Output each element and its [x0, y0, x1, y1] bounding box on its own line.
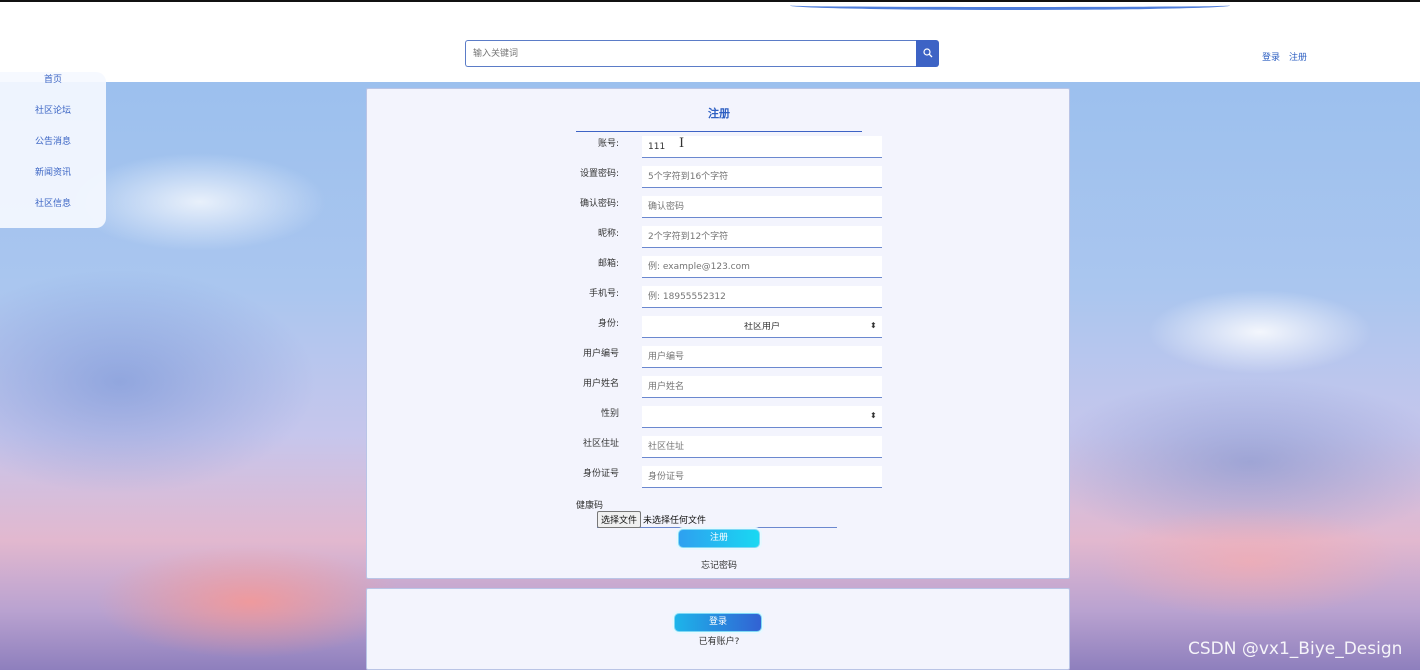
- form-row-email: 邮箱:: [367, 256, 1071, 278]
- sidebar-item-news[interactable]: 新闻资讯: [0, 165, 106, 196]
- id-number-field[interactable]: [642, 466, 882, 488]
- text-cursor-icon: I: [679, 136, 685, 151]
- choose-file-button[interactable]: 选择文件: [597, 511, 642, 528]
- form-row-phone: 手机号:: [367, 286, 1071, 308]
- search-icon: [922, 46, 933, 61]
- login-button[interactable]: 登录: [674, 613, 762, 632]
- field-label: 邮箱:: [597, 259, 619, 269]
- form-row-id-number: 身份证号: [367, 466, 1071, 488]
- health-code-upload: 选择文件 未选择任何文件: [597, 511, 837, 528]
- field-label: 手机号:: [588, 289, 619, 299]
- identity-select[interactable]: 社区用户: [642, 316, 882, 338]
- sidebar-nav: 首页 社区论坛 公告消息 新闻资讯 社区信息: [0, 72, 106, 228]
- user-name-field[interactable]: [642, 376, 882, 398]
- field-label: 社区住址: [582, 439, 619, 449]
- field-label: 昵称:: [597, 229, 619, 239]
- form-row-gender: 性别 ⬍: [367, 406, 1071, 428]
- watermark: CSDN @vx1_Biye_Design: [1188, 639, 1403, 659]
- form-row-user-name: 用户姓名: [367, 376, 1071, 398]
- sidebar-item-announcements[interactable]: 公告消息: [0, 134, 106, 165]
- gender-select[interactable]: [642, 406, 882, 428]
- form-row-password: 设置密码:: [367, 166, 1071, 188]
- address-field[interactable]: [642, 436, 882, 458]
- file-status: 未选择任何文件: [643, 516, 707, 526]
- register-button[interactable]: 注册: [678, 529, 760, 548]
- decorative-stroke: [790, 1, 1230, 10]
- search-button[interactable]: [916, 40, 939, 67]
- form-row-nickname: 昵称:: [367, 226, 1071, 248]
- field-label: 性别: [600, 409, 619, 419]
- search-bar: [465, 40, 939, 67]
- register-link[interactable]: 注册: [1289, 50, 1307, 63]
- field-label: 用户姓名: [582, 379, 619, 389]
- field-label: 身份:: [597, 319, 619, 329]
- email-field[interactable]: [642, 256, 882, 278]
- nickname-field[interactable]: [642, 226, 882, 248]
- header: 登录 注册: [0, 2, 1420, 82]
- forgot-password-link[interactable]: 忘记密码: [367, 558, 1071, 571]
- password-field[interactable]: [642, 166, 882, 188]
- form-row-user-id: 用户编号: [367, 346, 1071, 368]
- form-row-confirm-password: 确认密码:: [367, 196, 1071, 218]
- field-label: 设置密码:: [579, 169, 619, 179]
- login-panel: 登录 已有账户?: [366, 588, 1070, 670]
- have-account-link[interactable]: 已有账户?: [367, 634, 1071, 647]
- form-row-address: 社区住址: [367, 436, 1071, 458]
- sidebar-item-forum[interactable]: 社区论坛: [0, 103, 106, 134]
- phone-field[interactable]: [642, 286, 882, 308]
- login-link[interactable]: 登录: [1262, 50, 1280, 63]
- field-label: 账号:: [597, 139, 619, 149]
- register-panel: 注册 账号: I 设置密码: 确认密码: 昵称: 邮箱: 手机号: 身份: 社区…: [366, 88, 1070, 579]
- search-input[interactable]: [465, 40, 917, 67]
- field-label: 用户编号: [582, 349, 619, 359]
- register-title: 注册: [576, 105, 862, 132]
- field-label: 身份证号: [582, 469, 619, 479]
- form-row-account: 账号:: [367, 136, 1071, 158]
- auth-links: 登录 注册: [1262, 50, 1307, 63]
- health-code-label: 健康码: [576, 501, 604, 511]
- field-label: 确认密码:: [579, 199, 619, 209]
- user-id-field[interactable]: [642, 346, 882, 368]
- sidebar-item-home[interactable]: 首页: [0, 72, 106, 103]
- form-row-identity: 身份: 社区用户 ⬍: [367, 316, 1071, 338]
- confirm-password-field[interactable]: [642, 196, 882, 218]
- account-field[interactable]: [642, 136, 882, 158]
- sidebar-item-community-info[interactable]: 社区信息: [0, 196, 106, 227]
